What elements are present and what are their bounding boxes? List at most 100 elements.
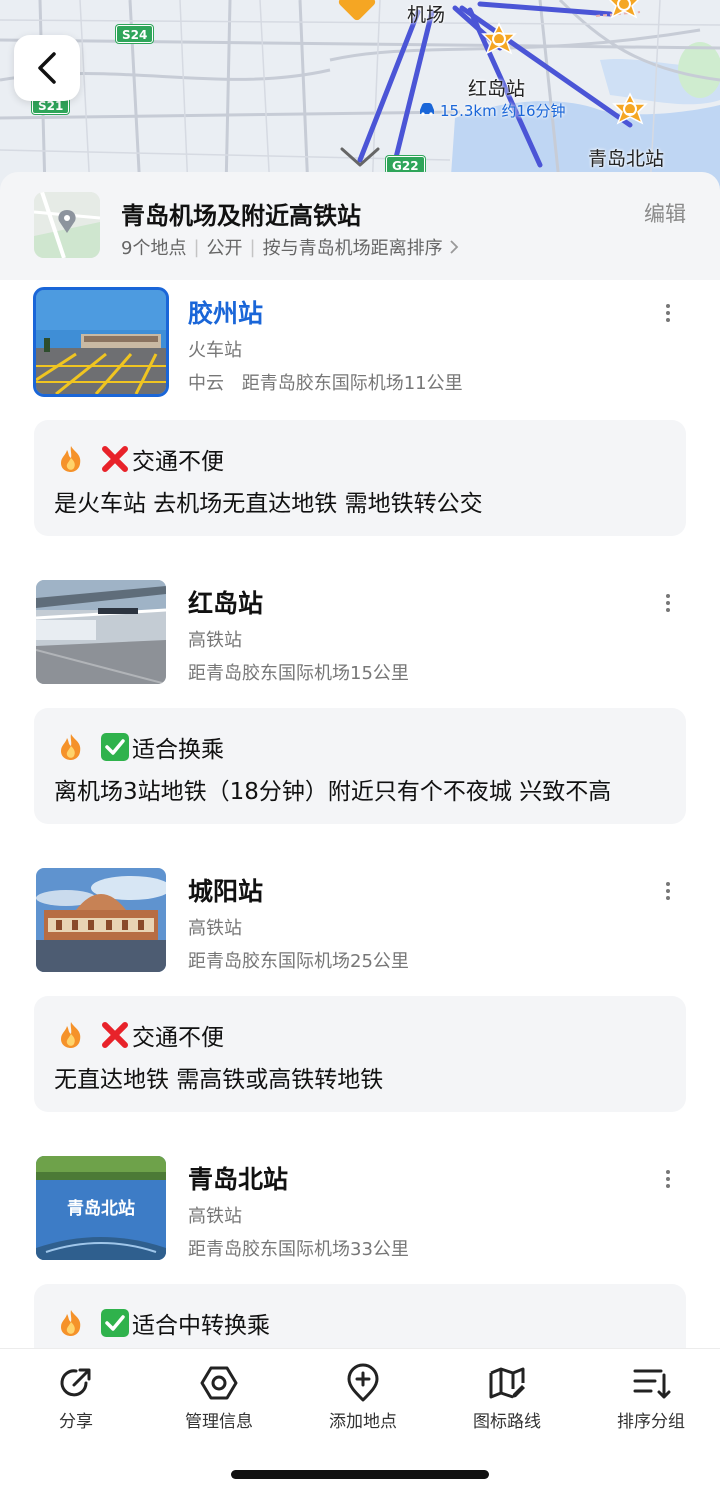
sort-list-icon <box>633 1369 671 1399</box>
home-indicator[interactable] <box>231 1470 489 1479</box>
place-category: 高铁站 <box>188 1206 242 1227</box>
check-mark-icon <box>101 733 129 761</box>
note-header: 交通不便 <box>56 1018 224 1052</box>
place-name[interactable]: 红岛站 <box>188 584 263 620</box>
note-body: 无直达地铁 需高铁或高铁转地铁 <box>54 1067 384 1093</box>
map-label-airport: 机场 <box>407 4 446 26</box>
place-note[interactable]: 适合中转换乘 <box>34 1284 686 1348</box>
place-photo[interactable]: 青岛北站 <box>36 1156 166 1260</box>
place-photo[interactable] <box>33 287 169 397</box>
meta-divider: | <box>193 236 200 258</box>
back-button[interactable] <box>14 35 80 101</box>
place-name[interactable]: 城阳站 <box>188 872 263 908</box>
map-edit-icon <box>489 1367 525 1399</box>
more-options-button[interactable] <box>660 302 676 324</box>
note-title: 适合中转换乘 <box>132 1313 270 1339</box>
place-name[interactable]: 胶州站 <box>188 294 263 330</box>
car-icon <box>418 102 436 120</box>
note-header: 交通不便 <box>56 442 224 476</box>
place-note[interactable]: 交通不便 无直达地铁 需高铁或高铁转地铁 <box>34 996 686 1112</box>
chevron-left-icon <box>38 52 56 84</box>
collection-title: 青岛机场及附近高铁站 <box>121 202 361 230</box>
flame-icon <box>61 734 81 760</box>
add-place-button[interactable]: 添加地点 <box>308 1363 418 1432</box>
flame-icon <box>61 1310 81 1336</box>
note-title: 交通不便 <box>132 449 224 475</box>
note-header: 适合换乘 <box>56 730 224 764</box>
edit-button[interactable]: 编辑 <box>644 198 686 228</box>
qingdao-north-marker-icon[interactable] <box>610 92 650 132</box>
place-area: 中云 <box>188 373 224 394</box>
note-title: 适合换乘 <box>132 737 224 763</box>
add-location-icon <box>347 1363 379 1402</box>
manage-info-label: 管理信息 <box>185 1412 253 1432</box>
cross-mark-icon <box>102 446 128 472</box>
manage-info-button[interactable]: 管理信息 <box>164 1363 274 1432</box>
more-options-button[interactable] <box>660 1168 676 1190</box>
hongdao-station-marker-icon[interactable] <box>479 22 519 62</box>
collection-header: 青岛机场及附近高铁站 9个地点 | 公开 | 按与青岛机场距离排序 编辑 <box>0 172 720 280</box>
place-distance: 距青岛胶东国际机场15公里 <box>188 663 409 684</box>
station-photo-qingdao-north: 青岛北站 <box>36 1156 166 1260</box>
station-marker-icon[interactable] <box>604 0 644 26</box>
share-label: 分享 <box>59 1412 93 1432</box>
place-category: 高铁站 <box>188 918 242 939</box>
chevron-right-icon <box>449 240 458 254</box>
note-header: 适合中转换乘 <box>56 1306 270 1340</box>
place-category: 高铁站 <box>188 630 242 651</box>
station-photo-hongdao <box>36 580 166 684</box>
cross-mark-icon <box>102 1022 128 1048</box>
sort-method: 按与青岛机场距离排序 <box>262 238 443 259</box>
flame-icon <box>61 446 81 472</box>
place-count: 9个地点 <box>121 238 187 259</box>
note-body: 离机场3站地铁（18分钟）附近只有个不夜城 兴致不高 <box>54 779 612 805</box>
flame-icon <box>61 1022 81 1048</box>
place-distance: 距青岛胶东国际机场11公里 <box>241 373 463 394</box>
place-category: 火车站 <box>188 340 242 361</box>
more-options-button[interactable] <box>660 880 676 902</box>
place-note[interactable]: 交通不便 是火车站 去机场无直达地铁 需地铁转公交 <box>34 420 686 536</box>
icon-route-label: 图标路线 <box>473 1412 541 1432</box>
meta-divider: | <box>249 236 256 258</box>
list-item[interactable]: 城阳站 高铁站 距青岛胶东国际机场25公里 交通不便 无直达地铁 需高铁或高铁转… <box>0 858 720 1128</box>
route-info: 15.3km 约16分钟 <box>418 100 566 121</box>
place-distance: 距青岛胶东国际机场25公里 <box>188 951 409 972</box>
place-note[interactable]: 适合换乘 离机场3站地铁（18分钟）附近只有个不夜城 兴致不高 <box>34 708 686 824</box>
note-title: 交通不便 <box>132 1025 224 1051</box>
place-distance-row: 距青岛胶东国际机场25公里 <box>188 947 409 973</box>
sort-group-button[interactable]: 排序分组 <box>596 1363 706 1432</box>
list-item[interactable]: 青岛北站 青岛北站 高铁站 距青岛胶东国际机场33公里 适合中转换乘 <box>0 1146 720 1348</box>
list-item[interactable]: 胶州站 火车站 中云 距青岛胶东国际机场11公里 交通不便 是火车站 去机场无直… <box>0 280 720 550</box>
share-button[interactable]: 分享 <box>21 1363 131 1432</box>
map-pin-thumbnail-icon <box>34 192 100 258</box>
note-body: 是火车站 去机场无直达地铁 需地铁转公交 <box>54 491 483 517</box>
list-item[interactable]: 红岛站 高铁站 距青岛胶东国际机场15公里 适合换乘 离机场3站地铁（18分钟）… <box>0 570 720 840</box>
add-place-label: 添加地点 <box>329 1412 397 1432</box>
place-photo[interactable] <box>36 868 166 972</box>
more-options-button[interactable] <box>660 592 676 614</box>
road-shield-s24: S24 <box>116 25 154 43</box>
visibility-status: 公开 <box>206 238 243 259</box>
place-list[interactable]: 胶州站 火车站 中云 距青岛胶东国际机场11公里 交通不便 是火车站 去机场无直… <box>0 280 720 1348</box>
place-distance: 距青岛胶东国际机场33公里 <box>188 1239 409 1260</box>
route-info-text: 15.3km 约16分钟 <box>440 102 566 120</box>
map-view[interactable]: 机场 红岛站 青岛北站 15.3km 约16分钟 S24 S21 G22 <box>0 0 720 190</box>
thumbnail-caption: 青岛北站 <box>67 1198 135 1219</box>
place-distance-row: 距青岛胶东国际机场15公里 <box>188 659 409 685</box>
sort-group-label: 排序分组 <box>617 1412 685 1432</box>
airport-marker-icon[interactable] <box>337 0 377 24</box>
place-photo[interactable] <box>36 580 166 684</box>
place-name[interactable]: 青岛北站 <box>188 1160 288 1196</box>
settings-hexagon-icon <box>200 1366 238 1400</box>
map-label-qingdao-north: 青岛北站 <box>588 148 665 170</box>
station-photo-jiaozhou <box>36 290 166 394</box>
collection-thumbnail <box>34 192 100 258</box>
collection-meta[interactable]: 9个地点 | 公开 | 按与青岛机场距离排序 <box>121 234 459 260</box>
station-photo-chengyang <box>36 868 166 972</box>
map-label-hongdao: 红岛站 <box>468 78 526 100</box>
icon-route-button[interactable]: 图标路线 <box>452 1363 562 1432</box>
check-mark-icon <box>101 1309 129 1337</box>
collapse-chevron-icon[interactable] <box>340 146 380 168</box>
share-icon <box>60 1368 91 1397</box>
place-distance-row: 中云 距青岛胶东国际机场11公里 <box>188 369 463 395</box>
